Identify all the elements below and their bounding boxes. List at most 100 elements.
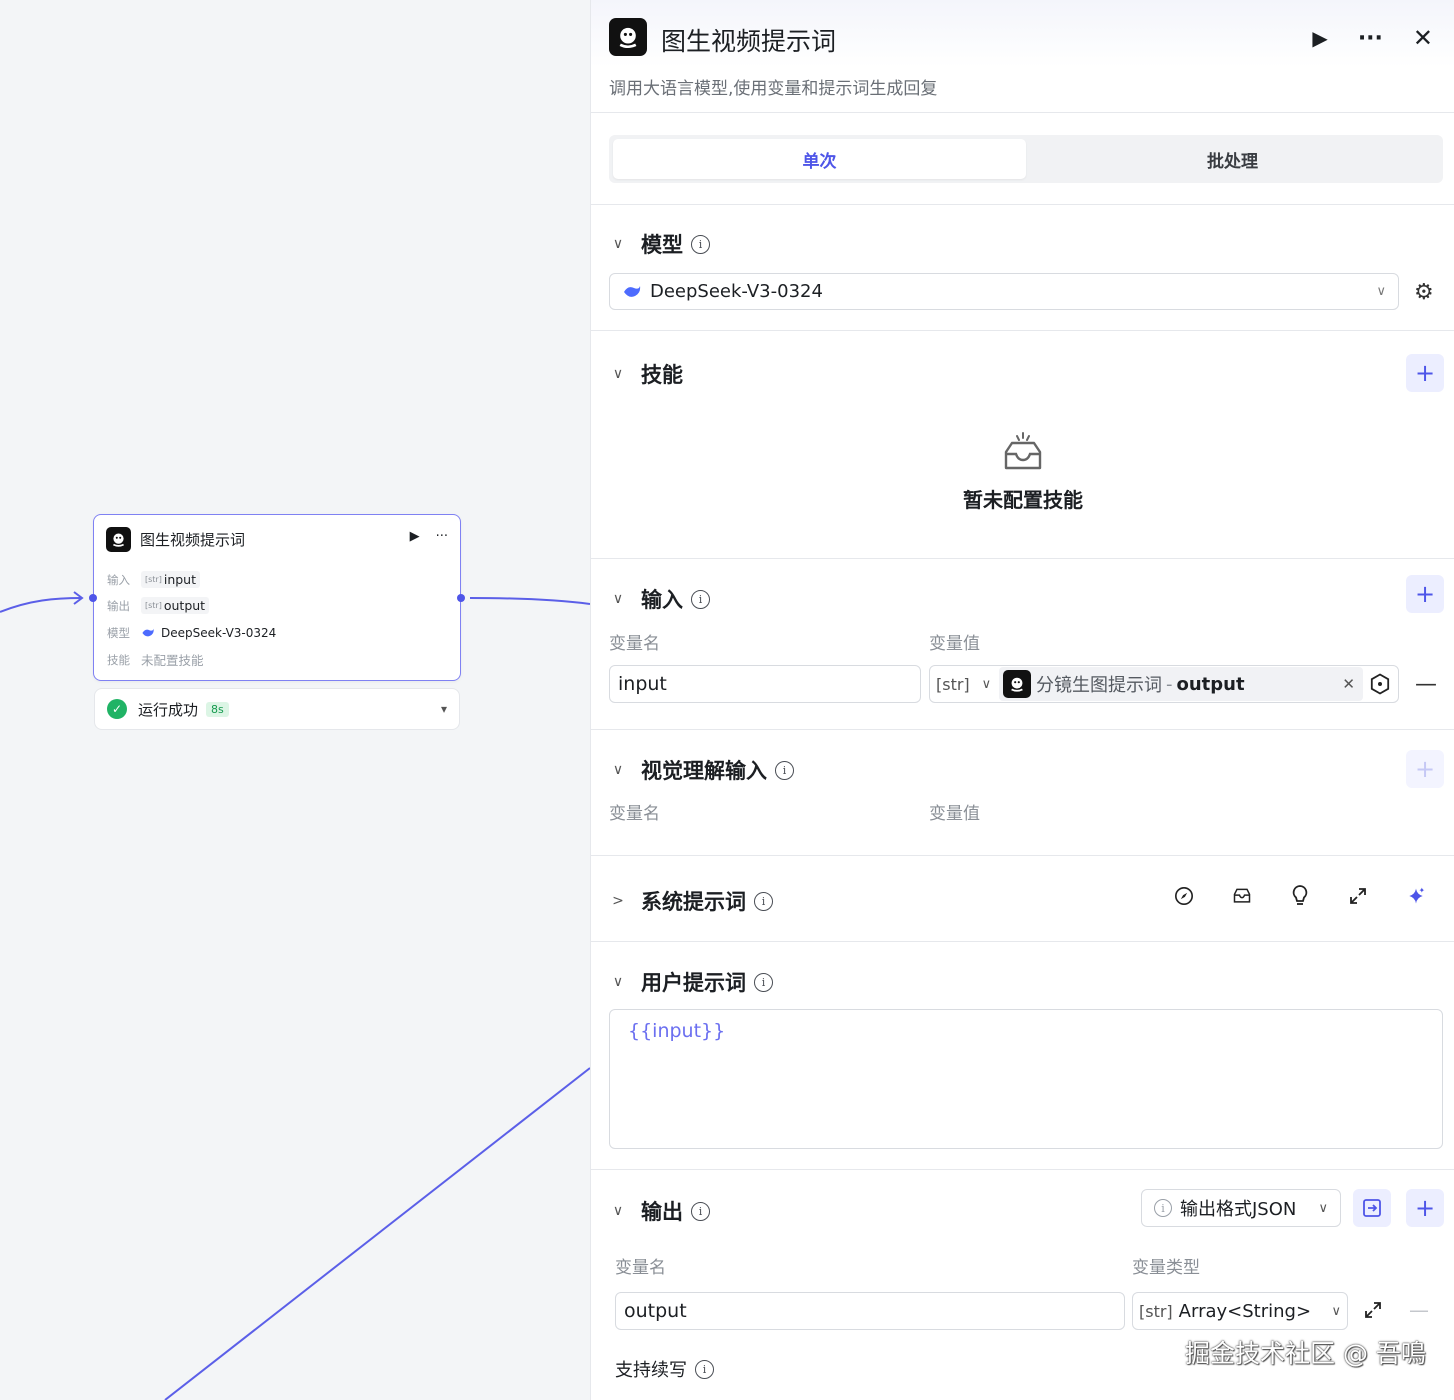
run-time-badge: 8s (206, 701, 229, 717)
node-actions: ▶ ··· (410, 529, 448, 544)
node-row-label: 输出 (107, 598, 130, 613)
model-name: DeepSeek-V3-0324 (650, 281, 823, 302)
ref-node-name: 分镜生图提示词 (1036, 675, 1162, 696)
vision-section-header[interactable]: ∨ 视觉理解输入 i (609, 755, 794, 785)
llm-node-card[interactable]: 图生视频提示词 ▶ ··· 输入 [str] input 输出 [str] outp… (89, 514, 465, 681)
edge-in (0, 597, 83, 613)
node-row-label: 输入 (107, 572, 130, 587)
chevron-down-icon: ∨ (1318, 1200, 1328, 1216)
panel-title: 图生视频提示词 (661, 27, 837, 56)
info-icon[interactable]: i (754, 891, 773, 911)
chevron-down-icon: ∨ (1376, 284, 1386, 299)
tab-single[interactable]: 单次 (613, 139, 1026, 179)
col-label-name: 变量名 (609, 634, 660, 654)
gear-icon[interactable]: ⚙ (1414, 280, 1434, 305)
chevron-down-icon[interactable]: ∨ (609, 1203, 627, 1219)
deepseek-whale-icon (142, 628, 154, 637)
divider (591, 855, 1454, 856)
chevron-down-icon: ∨ (1331, 1303, 1341, 1319)
continue-write-label: 支持续写 (615, 1360, 687, 1381)
node-more-icon[interactable]: ··· (436, 529, 448, 544)
user-prompt-title: 用户提示词 (641, 971, 746, 995)
skills-section-header[interactable]: ∨ 技能 (609, 359, 683, 389)
node-header: 图生视频提示词 (106, 527, 245, 552)
info-icon[interactable]: i (754, 972, 773, 992)
output-section-header[interactable]: ∨ 输出 i (609, 1196, 710, 1226)
info-icon[interactable]: i (775, 760, 794, 780)
add-skill-button[interactable]: + (1406, 354, 1444, 392)
info-icon[interactable]: i (691, 1201, 710, 1221)
user-prompt-editor[interactable]: {{input}} (609, 1009, 1443, 1149)
import-output-button[interactable] (1353, 1189, 1391, 1227)
input-section-title: 输入 (641, 588, 683, 612)
type-tag: [str] (145, 575, 162, 584)
output-var-name-field[interactable]: output (615, 1292, 1125, 1330)
model-select[interactable]: DeepSeek-V3-0324 ∨ (609, 273, 1399, 310)
type-tag: [str] (1139, 1301, 1173, 1321)
divider (591, 558, 1454, 559)
input-section-header[interactable]: ∨ 输入 i (609, 584, 710, 614)
workflow-canvas[interactable]: 图生视频提示词 ▶ ··· 输入 [str] input 输出 [str] outp… (0, 0, 590, 1400)
output-var-type-select[interactable]: [str] Array<String> ∨ (1132, 1292, 1348, 1330)
node-row-label: 模型 (107, 626, 130, 640)
system-prompt-tools (1174, 884, 1426, 908)
clear-icon[interactable]: ✕ (1342, 675, 1355, 693)
variable-picker-icon[interactable] (1369, 673, 1391, 695)
info-icon[interactable]: i (691, 234, 710, 254)
add-input-button[interactable]: + (1406, 575, 1444, 613)
chevron-down-icon[interactable]: ▾ (441, 702, 447, 716)
prompt-library-icon[interactable] (1232, 884, 1252, 908)
remove-output-button[interactable]: — (1409, 1298, 1429, 1322)
expand-icon[interactable] (1363, 1300, 1383, 1324)
chevron-down-icon[interactable]: ∨ (609, 366, 627, 382)
continue-write-row: 支持续写 i (615, 1356, 714, 1382)
chevron-down-icon[interactable]: ∨ (609, 591, 627, 607)
divider (591, 941, 1454, 942)
chevron-down-icon[interactable]: ∨ (609, 236, 627, 252)
close-icon[interactable]: ✕ (1413, 24, 1433, 52)
node-row-label: 技能 (107, 652, 130, 667)
panel-header: 图生视频提示词 调用大语言模型,使用变量和提示词生成回复 ▶ ··· ✕ (591, 0, 1454, 113)
chevron-down-icon[interactable]: ∨ (609, 974, 627, 990)
col-label-name: 变量名 (609, 804, 660, 824)
model-section-header[interactable]: ∨ 模型 i (609, 229, 710, 259)
compass-icon[interactable] (1174, 884, 1194, 908)
ref-separator: - (1166, 673, 1173, 695)
run-status: 运行成功 (138, 700, 199, 719)
tab-batch[interactable]: 批处理 (1026, 139, 1439, 179)
input-port[interactable] (89, 594, 97, 602)
add-vision-input-button[interactable]: + (1406, 750, 1444, 788)
node-run-icon[interactable]: ▶ (410, 529, 420, 544)
output-format-select[interactable]: i 输出格式JSON ∨ (1141, 1189, 1341, 1227)
node-output-value: output (163, 598, 206, 613)
node-input-value: input (163, 572, 196, 587)
variable-reference-tag[interactable]: 分镜生图提示词 - output ✕ (999, 667, 1363, 701)
output-port[interactable] (457, 594, 465, 602)
run-icon[interactable]: ▶ (1312, 26, 1327, 50)
add-output-button[interactable]: + (1406, 1189, 1444, 1227)
run-result-card[interactable]: ✓ 运行成功 8s ▾ (94, 688, 460, 730)
panel-logo-icon (609, 18, 647, 56)
user-prompt-section-header[interactable]: ∨ 用户提示词 i (609, 967, 773, 997)
vision-section-title: 视觉理解输入 (641, 759, 767, 783)
node-row-model: 模型 DeepSeek-V3-0324 (107, 625, 276, 641)
input-var-name-field[interactable]: input (609, 665, 921, 703)
type-tag: [str] (145, 601, 162, 610)
more-icon[interactable]: ··· (1358, 26, 1383, 51)
chevron-down-icon[interactable]: ∨ (982, 677, 992, 692)
expand-icon[interactable] (1348, 884, 1368, 908)
info-icon[interactable]: i (695, 1359, 714, 1379)
lightbulb-icon[interactable] (1290, 884, 1310, 908)
remove-input-button[interactable]: — (1415, 672, 1437, 697)
chevron-right-icon[interactable]: > (609, 893, 627, 909)
col-label-value: 变量值 (929, 804, 980, 824)
chevron-down-icon[interactable]: ∨ (609, 762, 627, 778)
node-row-input: 输入 [str] input (107, 571, 200, 588)
success-check-icon: ✓ (107, 699, 127, 719)
ai-sparkle-icon[interactable] (1406, 884, 1426, 908)
node-input-tag: [str] input (141, 571, 200, 588)
system-prompt-section-header[interactable]: > 系统提示词 i (609, 886, 773, 916)
node-model-value: DeepSeek-V3-0324 (161, 626, 277, 640)
info-icon[interactable]: i (691, 589, 710, 609)
panel-header-actions: ▶ ··· ✕ (1312, 24, 1433, 52)
